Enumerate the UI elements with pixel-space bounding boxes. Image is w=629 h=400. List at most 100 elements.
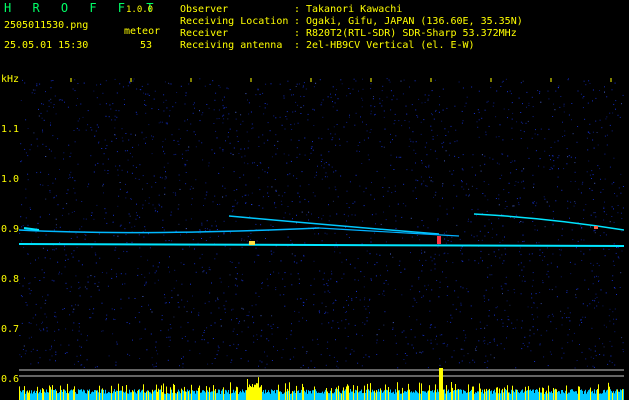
noise-pixel <box>29 207 31 209</box>
noise-pixel <box>613 287 615 288</box>
noise-pixel <box>299 196 300 198</box>
noise-pixel <box>258 205 260 207</box>
noise-pixel <box>384 311 386 313</box>
spectrum-bar <box>483 393 484 400</box>
noise-pixel <box>247 326 249 328</box>
noise-pixel <box>554 141 556 143</box>
spectrum-bar <box>263 390 264 400</box>
noise-pixel <box>401 216 403 218</box>
noise-pixel <box>395 135 397 137</box>
noise-pixel <box>439 358 441 360</box>
noise-pixel <box>173 316 175 318</box>
noise-pixel <box>245 202 247 204</box>
spectrum-bar <box>281 392 282 400</box>
noise-pixel <box>217 204 218 205</box>
noise-pixel <box>86 288 88 290</box>
spectrum-bar <box>614 393 615 400</box>
spectrum-bar <box>307 393 308 400</box>
noise-pixel <box>219 86 221 88</box>
noise-pixel <box>306 214 308 216</box>
noise-pixel <box>430 125 432 127</box>
noise-pixel <box>144 328 146 330</box>
noise-pixel <box>442 146 444 148</box>
noise-pixel <box>352 88 354 90</box>
noise-pixel <box>525 122 527 124</box>
noise-pixel <box>415 198 417 199</box>
noise-pixel <box>369 253 371 255</box>
noise-pixel <box>330 133 332 135</box>
noise-pixel <box>270 224 272 226</box>
spectrum-bar <box>22 390 23 400</box>
noise-pixel <box>388 187 390 189</box>
noise-pixel <box>152 364 154 366</box>
spectrum-bar <box>328 393 329 400</box>
spectrum-bar <box>58 393 59 400</box>
noise-pixel <box>156 362 157 364</box>
noise-pixel <box>158 203 160 205</box>
noise-pixel <box>443 342 445 344</box>
noise-pixel <box>362 78 363 80</box>
noise-pixel <box>464 334 466 336</box>
spectrum-bar <box>406 391 407 400</box>
spectrum-bar <box>204 391 205 400</box>
noise-pixel <box>596 296 598 298</box>
noise-pixel <box>164 297 166 299</box>
noise-pixel <box>253 322 255 324</box>
noise-pixel <box>474 260 476 262</box>
noise-pixel <box>178 128 180 130</box>
noise-pixel <box>240 148 242 150</box>
noise-pixel <box>85 129 87 131</box>
noise-pixel <box>356 290 357 292</box>
noise-pixel <box>437 246 439 248</box>
noise-pixel <box>129 354 131 356</box>
noise-pixel <box>194 248 195 250</box>
noise-pixel <box>104 208 106 210</box>
spectrum-bar <box>596 390 597 400</box>
noise-pixel <box>205 194 207 196</box>
noise-pixel <box>98 281 100 283</box>
noise-pixel <box>402 203 404 205</box>
noise-pixel <box>23 246 25 248</box>
date-time: 25.05.01 15:30 <box>4 40 89 51</box>
spectrum-bar <box>115 391 116 400</box>
noise-pixel <box>135 134 136 136</box>
noise-pixel <box>61 99 63 101</box>
noise-pixel <box>521 170 523 172</box>
noise-pixel <box>116 341 118 343</box>
noise-pixel <box>599 235 601 237</box>
spectrum-bar <box>258 377 259 400</box>
noise-pixel <box>40 112 42 114</box>
noise-pixel <box>78 129 80 131</box>
noise-pixel <box>163 166 165 168</box>
noise-pixel <box>35 259 36 261</box>
noise-pixel <box>567 307 569 309</box>
spectrum-bar <box>50 387 51 400</box>
noise-pixel <box>529 260 531 262</box>
spectrum-bar <box>506 390 507 400</box>
noise-pixel <box>401 331 403 333</box>
noise-pixel <box>442 271 443 273</box>
noise-pixel <box>201 266 203 268</box>
noise-pixel <box>429 310 431 312</box>
noise-pixel <box>310 147 312 149</box>
spectrum-bar <box>496 387 497 400</box>
noise-pixel <box>172 106 174 108</box>
noise-pixel <box>370 279 372 281</box>
noise-pixel <box>266 103 268 105</box>
noise-pixel <box>406 169 408 171</box>
noise-pixel <box>52 80 54 81</box>
spectrum-bar <box>455 384 456 400</box>
noise-pixel <box>395 215 397 217</box>
noise-pixel <box>520 138 522 139</box>
noise-pixel <box>107 173 109 174</box>
noise-pixel <box>143 92 144 94</box>
noise-pixel <box>119 188 121 190</box>
noise-pixel <box>547 264 549 266</box>
spectrum-bar <box>442 368 443 400</box>
spectrum-bar <box>113 391 114 400</box>
noise-pixel <box>195 134 196 136</box>
noise-pixel <box>151 153 153 155</box>
noise-pixel <box>428 164 430 166</box>
spectrum-bar <box>404 391 405 400</box>
noise-pixel <box>390 253 391 255</box>
